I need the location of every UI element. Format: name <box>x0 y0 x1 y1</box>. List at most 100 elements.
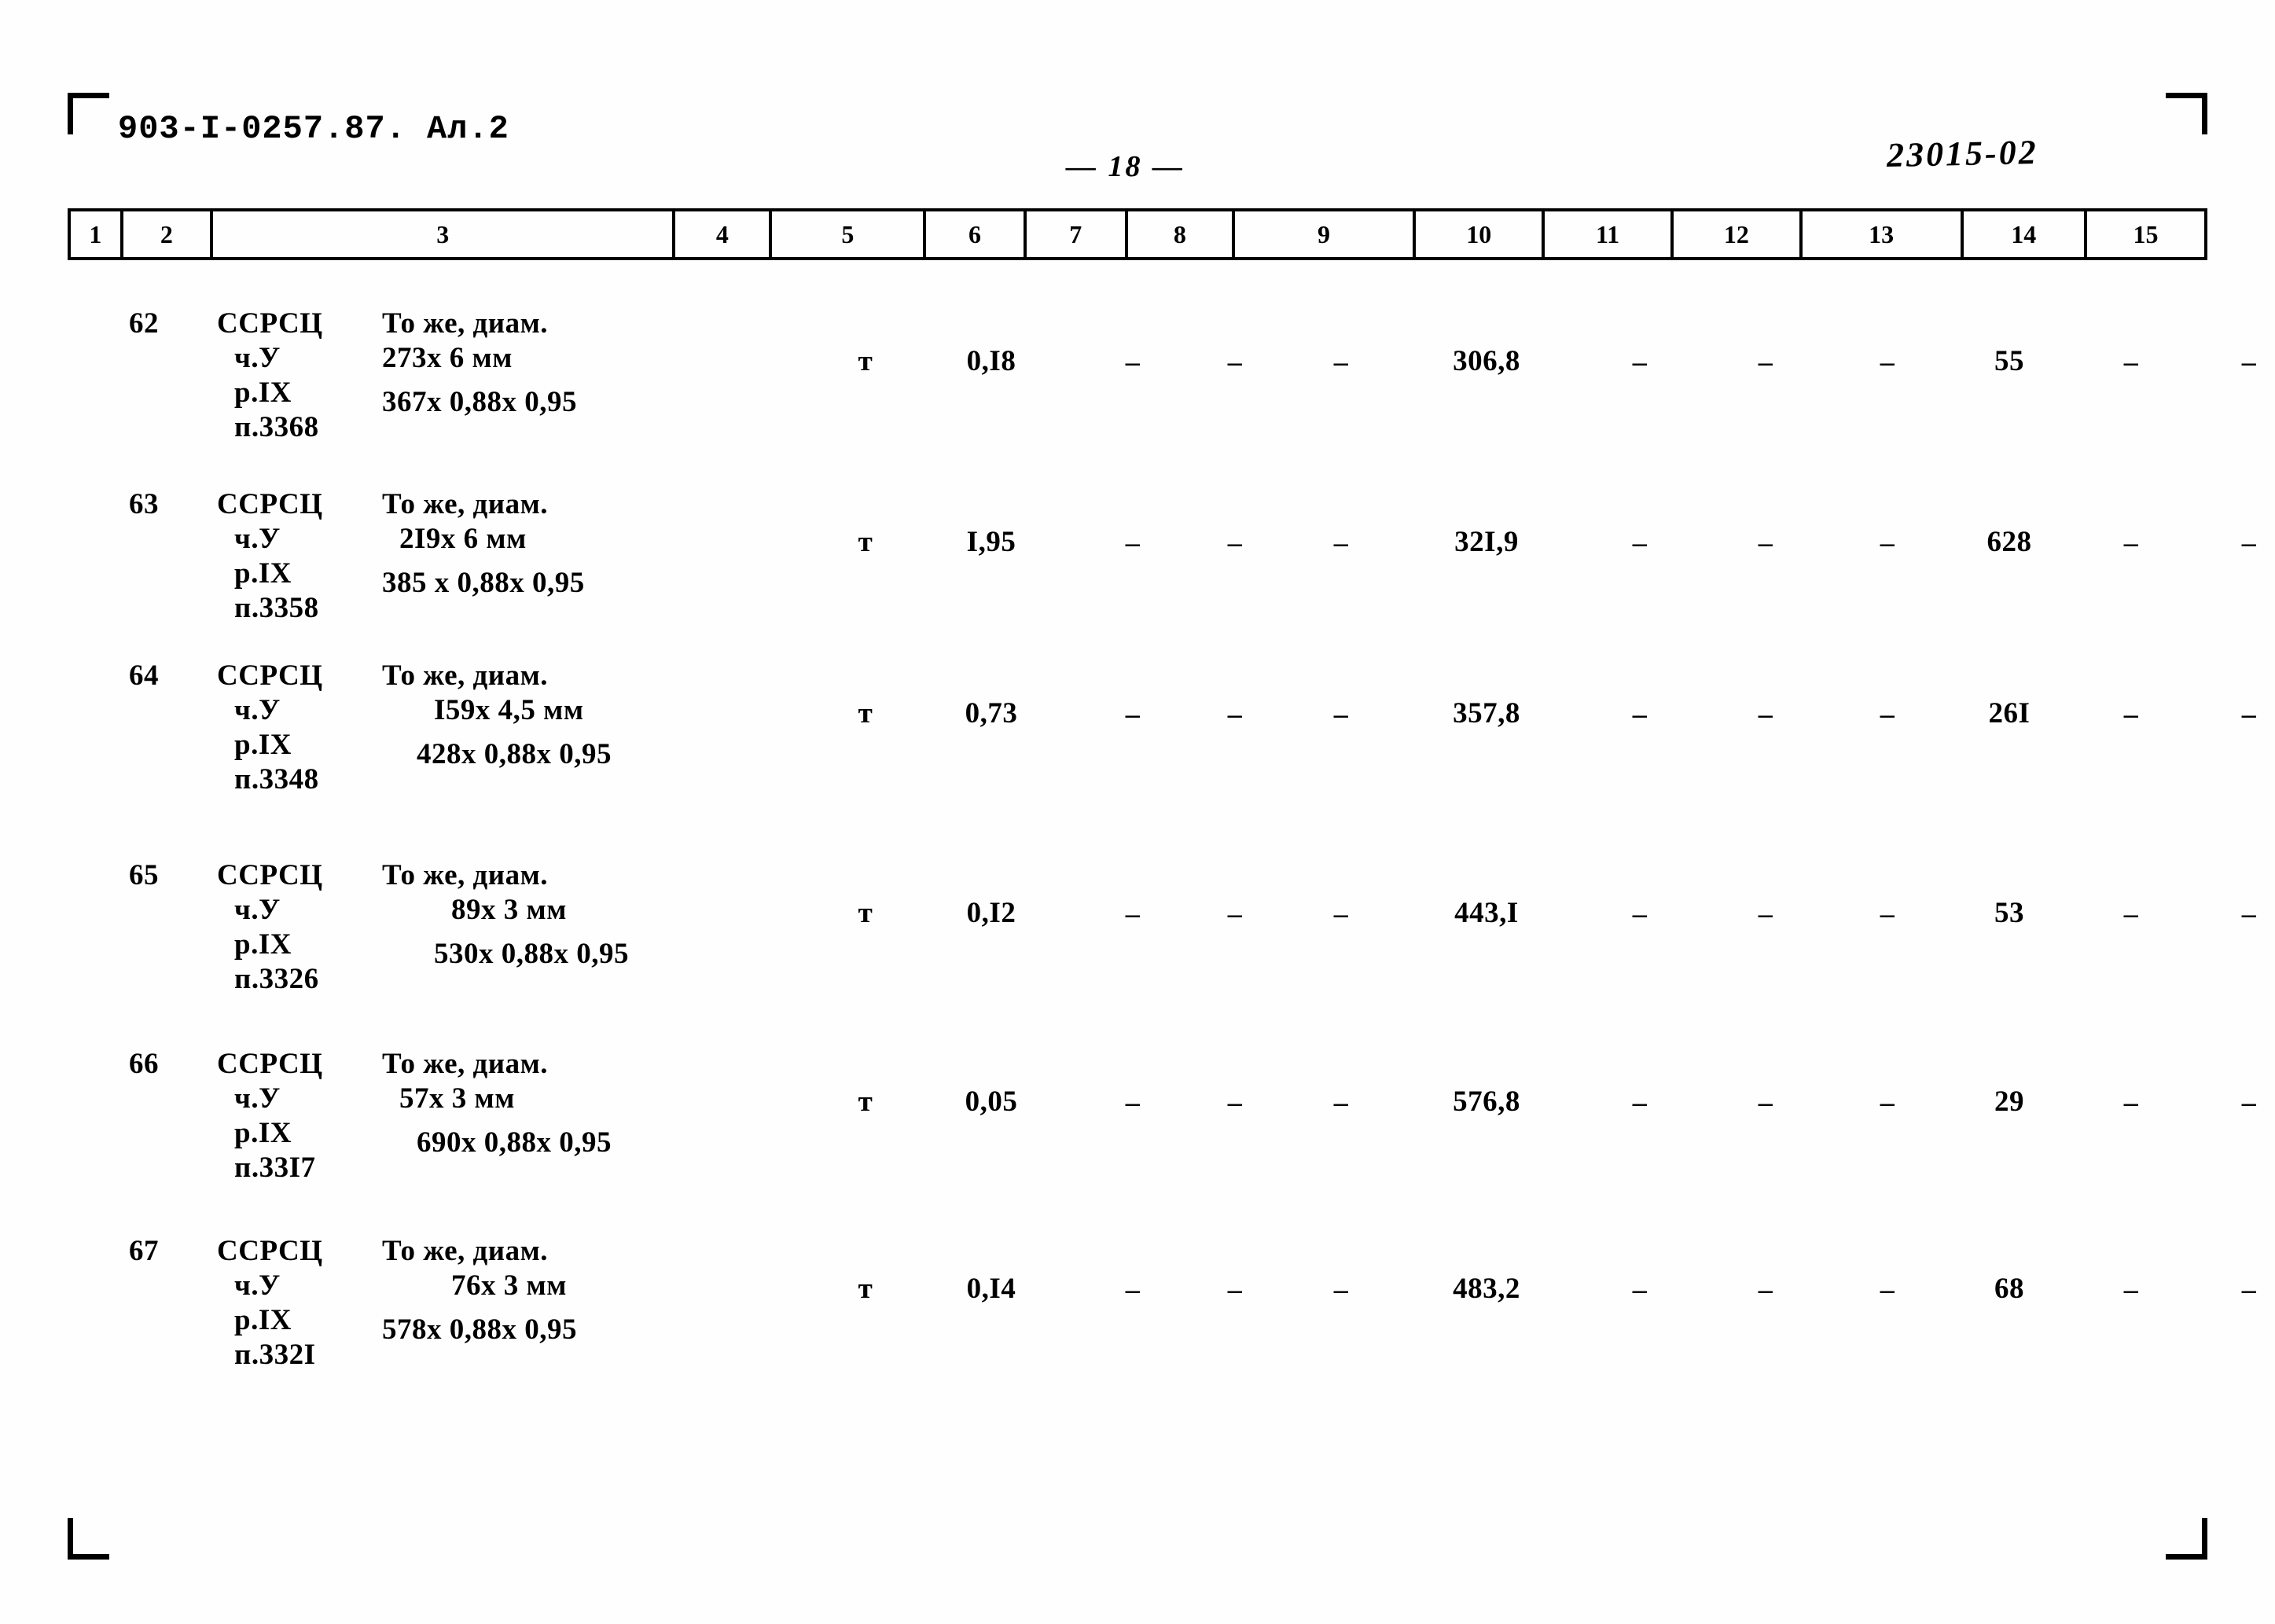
row-value-15: – <box>2241 1273 2257 1305</box>
description-line: 367х 0,88х 0,95 <box>382 386 577 418</box>
description-line: То же, диам. <box>382 307 549 340</box>
row-unit-price: 576,8 <box>1453 1086 1520 1118</box>
document-page: 903-I-0257.87. Ал.2 — 18 — 23015-02 1 2 … <box>0 0 2275 1624</box>
col-header-3: 3 <box>210 208 676 260</box>
row-position-number: 62 <box>129 307 159 340</box>
row-value-7: – <box>1227 1086 1243 1118</box>
row-value-14: – <box>2123 898 2139 929</box>
norm-line: п.33I7 <box>234 1152 316 1184</box>
row-value-10: – <box>1632 1086 1648 1118</box>
row-total: 53 <box>1994 897 2024 929</box>
row-norm-reference: ССРСЦ ч.У р.IX п.3348 <box>217 659 398 797</box>
col-header-15: 15 <box>2083 208 2208 260</box>
row-total: 628 <box>1986 526 2032 558</box>
norm-line: ч.У <box>234 894 281 926</box>
col-header-1: 1 <box>68 208 123 260</box>
row-value-7: – <box>1227 1273 1243 1305</box>
row-unit: т <box>858 1273 873 1305</box>
description-line: 428х 0,88х 0,95 <box>417 738 612 770</box>
table-body: 62 ССРСЦ ч.У р.IX п.3368 То же, диам. 273х 6… <box>68 259 2256 1486</box>
row-unit: т <box>858 526 873 558</box>
col-header-8: 8 <box>1124 208 1235 260</box>
row-quantity: 0,73 <box>965 697 1018 729</box>
col-header-7: 7 <box>1023 208 1128 260</box>
row-value-15: – <box>2241 527 2257 558</box>
crop-mark-top-right <box>2166 93 2207 134</box>
row-norm-reference: ССРСЦ ч.У р.IX п.3368 <box>217 307 398 445</box>
description-line: 76х 3 мм <box>451 1269 567 1302</box>
row-value-11: – <box>1758 346 1773 377</box>
norm-line: ч.У <box>234 694 281 726</box>
description-line: То же, диам. <box>382 1235 549 1267</box>
norm-line: р.IX <box>234 1304 292 1336</box>
row-position-number: 64 <box>129 660 159 692</box>
row-quantity: 0,I2 <box>966 897 1016 929</box>
crop-mark-bottom-left <box>68 1518 109 1560</box>
col-header-11: 11 <box>1542 208 1674 260</box>
row-value-14: – <box>2123 1086 2139 1118</box>
row-value-14: – <box>2123 527 2139 558</box>
row-description: То же, диам. 273х 6 мм 367х 0,88х 0,95 <box>382 307 822 420</box>
row-value-11: – <box>1758 698 1773 729</box>
norm-line: п.3348 <box>234 763 319 795</box>
row-quantity: 0,I4 <box>966 1273 1016 1305</box>
row-value-8: – <box>1333 1273 1349 1305</box>
row-value-8: – <box>1333 1086 1349 1118</box>
norm-line: р.IX <box>234 1117 292 1149</box>
row-quantity: I,95 <box>966 526 1016 558</box>
row-unit-price: 483,2 <box>1453 1273 1520 1305</box>
row-position-number: 66 <box>129 1048 159 1080</box>
row-value-6: – <box>1125 1086 1141 1118</box>
row-position-number: 63 <box>129 488 159 520</box>
description-line: То же, диам. <box>382 1048 549 1080</box>
row-norm-reference: ССРСЦ ч.У р.IX п.3326 <box>217 858 398 997</box>
row-value-15: – <box>2241 346 2257 377</box>
norm-line: ССРСЦ <box>217 488 323 520</box>
row-description: То же, диам. 2I9х 6 мм 385 х 0,88х 0,95 <box>382 487 822 601</box>
row-unit-price: 357,8 <box>1453 697 1520 729</box>
row-value-15: – <box>2241 698 2257 729</box>
col-header-13: 13 <box>1799 208 1964 260</box>
norm-line: р.IX <box>234 729 292 761</box>
row-value-11: – <box>1758 1273 1773 1305</box>
norm-line: ССРСЦ <box>217 660 323 692</box>
norm-line: п.3358 <box>234 592 319 624</box>
col-header-9: 9 <box>1231 208 1417 260</box>
row-norm-reference: ССРСЦ ч.У р.IX п.332I <box>217 1234 398 1372</box>
col-header-4: 4 <box>672 208 773 260</box>
row-value-10: – <box>1632 898 1648 929</box>
description-line: 690х 0,88х 0,95 <box>417 1126 612 1159</box>
row-total: 26I <box>1988 697 2031 729</box>
row-quantity: 0,05 <box>965 1086 1018 1118</box>
row-value-15: – <box>2241 898 2257 929</box>
row-value-14: – <box>2123 346 2139 377</box>
description-line: 89х 3 мм <box>451 894 567 926</box>
norm-line: р.IX <box>234 557 292 590</box>
row-unit: т <box>858 897 873 929</box>
row-quantity: 0,I8 <box>966 345 1016 377</box>
row-value-12: – <box>1880 898 1895 929</box>
norm-line: ч.У <box>234 523 281 555</box>
row-norm-reference: ССРСЦ ч.У р.IX п.33I7 <box>217 1047 398 1185</box>
col-header-10: 10 <box>1413 208 1545 260</box>
row-value-10: – <box>1632 346 1648 377</box>
row-value-7: – <box>1227 346 1243 377</box>
row-total: 68 <box>1994 1273 2024 1305</box>
row-unit-price: 443,I <box>1454 897 1519 929</box>
description-line: 57х 3 мм <box>399 1082 515 1115</box>
row-value-12: – <box>1880 1273 1895 1305</box>
row-value-8: – <box>1333 698 1349 729</box>
col-header-2: 2 <box>119 208 214 260</box>
norm-line: ССРСЦ <box>217 1235 323 1267</box>
crop-mark-bottom-right <box>2166 1518 2207 1560</box>
row-value-14: – <box>2123 698 2139 729</box>
document-code: 903-I-0257.87. Ал.2 <box>118 110 509 148</box>
col-header-12: 12 <box>1670 208 1803 260</box>
row-unit: т <box>858 697 873 729</box>
row-value-12: – <box>1880 527 1895 558</box>
col-header-5: 5 <box>769 208 927 260</box>
row-description: То же, диам. 89х 3 мм 530х 0,88х 0,95 <box>382 858 822 972</box>
norm-line: ч.У <box>234 342 281 374</box>
row-value-15: – <box>2241 1086 2257 1118</box>
norm-line: р.IX <box>234 928 292 961</box>
